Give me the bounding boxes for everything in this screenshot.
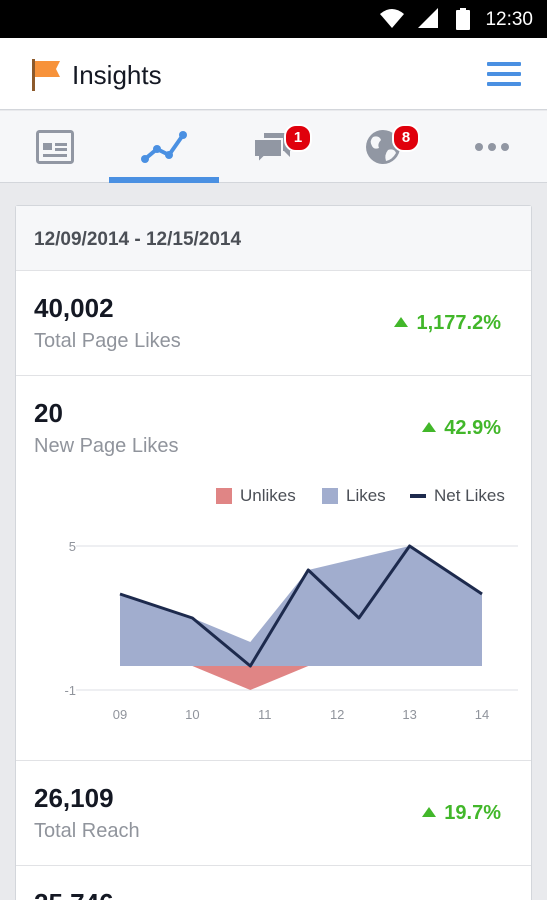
tab-notifications[interactable]: 8 xyxy=(328,111,438,183)
x-tick-label: 11 xyxy=(258,707,272,722)
page-icon xyxy=(36,130,74,164)
metric-value: 26,109 xyxy=(34,783,114,813)
metric-total-page-likes[interactable]: 40,002 Total Page Likes 1,177.2% xyxy=(16,271,531,376)
likes-area xyxy=(120,546,482,666)
metric-label: Total Page Likes xyxy=(34,330,181,352)
legend-swatch-unlikes xyxy=(216,488,232,504)
insights-card: 12/09/2014 - 12/15/2014 40,002 Total Pag… xyxy=(15,205,532,900)
graph-icon xyxy=(141,131,187,163)
messages-badge: 1 xyxy=(284,124,312,152)
more-icon xyxy=(475,143,509,151)
metric-value: 20 xyxy=(34,398,63,428)
status-bar: 12:30 xyxy=(0,0,547,38)
metric-value: 40,002 xyxy=(34,293,114,323)
legend-swatch-net-likes xyxy=(410,494,426,498)
x-tick-label: 14 xyxy=(475,707,489,722)
metric-change: 1,177.2% xyxy=(394,312,501,335)
menu-icon-bar xyxy=(487,82,521,86)
active-tab-indicator xyxy=(109,177,219,183)
page-title: Insights xyxy=(72,60,162,90)
menu-icon xyxy=(487,62,521,66)
notifications-badge: 8 xyxy=(392,124,420,152)
legend-swatch-likes xyxy=(322,488,338,504)
metric-partial[interactable]: 25,746 xyxy=(16,866,531,900)
x-tick-label: 09 xyxy=(113,707,127,722)
legend-likes: Likes xyxy=(322,486,386,506)
battery-icon xyxy=(456,8,470,30)
x-tick-label: 12 xyxy=(330,707,344,722)
metric-change: 42.9% xyxy=(422,417,501,440)
legend-label: Net Likes xyxy=(434,486,505,505)
metric-label: New Page Likes xyxy=(34,435,179,457)
flag-icon xyxy=(32,59,60,91)
tab-more[interactable] xyxy=(437,111,547,183)
metric-change-value: 42.9% xyxy=(444,417,501,439)
unlikes-area xyxy=(192,666,309,690)
metric-total-reach[interactable]: 26,109 Total Reach 19.7% xyxy=(16,761,531,866)
tab-messages[interactable]: 1 xyxy=(219,111,329,183)
metric-new-page-likes[interactable]: 20 New Page Likes 42.9% Unlikes Likes Ne… xyxy=(16,376,531,761)
tab-bar: 1 8 xyxy=(0,111,547,183)
metric-change: 19.7% xyxy=(422,802,501,825)
up-arrow-icon xyxy=(422,807,437,817)
metric-change-value: 19.7% xyxy=(444,802,501,824)
y-tick-label: 5 xyxy=(69,539,76,554)
menu-icon-bar xyxy=(487,72,521,76)
legend-label: Unlikes xyxy=(240,486,296,505)
tab-page[interactable] xyxy=(0,111,110,183)
app-bar: Insights xyxy=(0,38,547,110)
legend-label: Likes xyxy=(346,486,386,505)
x-tick-label: 13 xyxy=(402,707,416,722)
date-range: 12/09/2014 - 12/15/2014 xyxy=(34,229,242,250)
up-arrow-icon xyxy=(394,317,409,327)
metric-value: 25,746 xyxy=(34,888,114,900)
tab-insights[interactable] xyxy=(109,111,219,183)
legend-unlikes: Unlikes xyxy=(216,486,296,506)
metric-change-value: 1,177.2% xyxy=(416,312,501,334)
x-tick-label: 10 xyxy=(185,707,199,722)
date-range-header: 12/09/2014 - 12/15/2014 xyxy=(16,206,531,271)
wifi-icon xyxy=(380,9,404,28)
legend-net-likes: Net Likes xyxy=(410,486,505,506)
clock: 12:30 xyxy=(485,9,533,30)
menu-button[interactable] xyxy=(487,62,521,88)
metric-label: Total Reach xyxy=(34,820,140,842)
cell-signal-icon xyxy=(418,8,438,28)
y-tick-label: -1 xyxy=(64,683,76,698)
new-page-likes-chart: 5 -1 09 10 11 12 13 14 xyxy=(64,539,518,722)
up-arrow-icon xyxy=(422,422,437,432)
